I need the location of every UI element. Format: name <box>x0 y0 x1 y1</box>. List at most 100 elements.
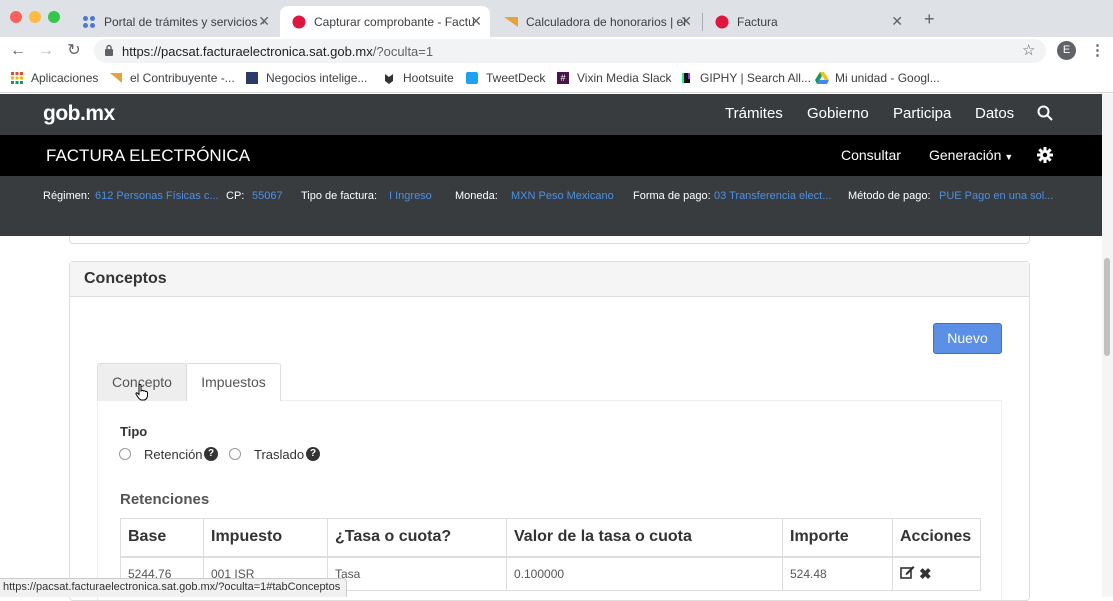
help-question-icon[interactable]: ? <box>204 447 218 461</box>
contribuyente-favicon-icon <box>110 72 122 84</box>
retencion-label[interactable]: Retención <box>144 447 203 462</box>
close-window-button[interactable] <box>10 11 22 23</box>
apps-grid-icon <box>11 72 23 84</box>
browser-tab-calculadora[interactable]: Calculadora de honorarios | el ✕ <box>492 6 700 37</box>
negocios-favicon-icon <box>246 72 258 84</box>
caret-down-icon: ▼ <box>1004 152 1014 162</box>
regimen-value[interactable]: 612 Personas Físicas c... <box>95 190 219 202</box>
tipo-factura-value[interactable]: I Ingreso <box>389 190 432 202</box>
link-status-bar: https://pacsat.facturaelectronica.sat.go… <box>0 578 348 597</box>
nav-generacion-dropdown[interactable]: Generación ▼ <box>929 147 1013 163</box>
browser-tab-portal[interactable]: Portal de trámites y servicios - ✕ <box>70 6 278 37</box>
page-scrollbar-thumb[interactable] <box>1104 258 1110 356</box>
bookmark-label: Aplicaciones <box>31 71 99 85</box>
profile-avatar[interactable]: E <box>1057 41 1076 60</box>
back-arrow-icon[interactable]: ← <box>8 41 28 61</box>
nav-gobierno[interactable]: Gobierno <box>807 105 869 122</box>
slack-hash-icon: # <box>557 72 569 84</box>
nuevo-button[interactable]: Nuevo <box>933 323 1002 354</box>
grid-favicon-icon <box>82 15 96 29</box>
cell-acciones: ✖ <box>892 556 981 591</box>
lock-icon <box>104 44 114 59</box>
nav-datos[interactable]: Datos <box>975 105 1014 122</box>
close-tab-icon[interactable]: ✕ <box>258 14 270 28</box>
bookmark-slack[interactable]: # Vixin Media Slack <box>557 71 672 85</box>
url-path: /?oculta=1 <box>372 43 434 59</box>
metodo-pago-value[interactable]: PUE Pago en una sol... <box>939 190 1053 202</box>
reload-icon[interactable]: ↻ <box>64 41 84 61</box>
bookmark-giphy[interactable]: GIPHY | Search All... <box>680 71 811 85</box>
bookmark-drive[interactable]: Mi unidad - Googl... <box>815 71 940 85</box>
menu-kebab-icon[interactable]: ⋮ <box>1090 41 1105 59</box>
delete-x-icon[interactable]: ✖ <box>919 565 932 583</box>
nav-tramites[interactable]: Trámites <box>725 105 783 122</box>
cell-importe: 524.48 <box>782 556 893 591</box>
forward-arrow-icon[interactable]: → <box>36 41 56 61</box>
regimen-label: Régimen: <box>43 190 91 202</box>
forma-pago-value[interactable]: 03 Transferencia elect... <box>714 190 831 202</box>
bookmark-contribuyente[interactable]: el Contribuyente -... <box>110 71 235 85</box>
close-tab-icon[interactable]: ✕ <box>680 14 692 28</box>
close-tab-icon[interactable]: ✕ <box>891 14 903 28</box>
search-icon[interactable] <box>1037 105 1053 126</box>
gob-mx-logo[interactable]: gob.mx <box>43 102 115 126</box>
bookmark-label: GIPHY | Search All... <box>700 71 811 85</box>
cp-label: CP: <box>226 190 245 202</box>
giphy-icon <box>680 72 692 84</box>
conceptos-panel-header: Conceptos <box>70 262 1029 297</box>
browser-tab-strip: Portal de trámites y servicios - ✕ Captu… <box>0 0 1113 37</box>
bookmark-label: Negocios intelige... <box>266 71 368 85</box>
bookmark-tweetdeck[interactable]: TweetDeck <box>466 71 545 85</box>
factura-title: FACTURA ELECTRÓNICA <box>46 146 251 165</box>
new-tab-icon[interactable]: + <box>924 9 935 30</box>
gear-icon[interactable] <box>1037 147 1053 168</box>
browser-tab-title: Capturar comprobante - Factu <box>314 14 475 29</box>
bookmark-negocios[interactable]: Negocios intelige... <box>246 71 367 85</box>
bookmark-label: Hootsuite <box>403 71 454 85</box>
google-drive-icon <box>815 72 829 84</box>
moneda-value[interactable]: MXN Peso Mexicano <box>511 190 614 202</box>
bookmark-hootsuite[interactable]: Hootsuite <box>383 71 454 85</box>
traslado-label[interactable]: Traslado <box>254 447 304 462</box>
retencion-radio[interactable] <box>119 448 131 460</box>
metodo-pago-label: Método de pago: <box>848 190 931 202</box>
browser-tab-title: Calculadora de honorarios | el <box>526 14 686 29</box>
column-header-base: Base <box>120 518 204 558</box>
browser-tab-factura[interactable]: Factura ✕ <box>703 6 911 37</box>
traslado-radio[interactable] <box>229 448 241 460</box>
bookmark-star-icon[interactable]: ☆ <box>1022 41 1035 59</box>
factura-header: FACTURA ELECTRÓNICA Consultar Generación… <box>0 135 1102 176</box>
nav-consultar[interactable]: Consultar <box>841 147 901 163</box>
gob-mx-header: gob.mx Trámites Gobierno Participa Datos <box>0 94 1102 135</box>
previous-panel-edge <box>69 236 1030 244</box>
conceptos-title: Conceptos <box>84 270 167 287</box>
bookmark-label: Mi unidad - Googl... <box>835 71 940 85</box>
column-header-tasa-cuota: ¿Tasa o cuota? <box>327 518 507 558</box>
contribuyente-favicon-icon <box>504 15 518 29</box>
hand-pointer-cursor-icon <box>135 384 149 406</box>
browser-tab-capturar[interactable]: Capturar comprobante - Factu ✕ <box>280 6 490 37</box>
bookmark-label: Vixin Media Slack <box>577 71 672 85</box>
browser-tab-title: Factura <box>737 14 778 29</box>
bookmark-aplicaciones[interactable]: Aplicaciones <box>11 71 98 85</box>
nav-participa[interactable]: Participa <box>893 105 951 122</box>
maximize-window-button[interactable] <box>48 11 60 23</box>
forma-pago-label: Forma de pago: <box>633 190 711 202</box>
close-tab-icon[interactable]: ✕ <box>470 14 482 28</box>
tab-impuestos[interactable]: Impuestos <box>186 363 281 401</box>
address-bar[interactable]: https://pacsat.facturaelectronica.sat.go… <box>94 39 1046 63</box>
help-question-icon[interactable]: ? <box>306 447 320 461</box>
tweetdeck-bird-icon <box>466 72 478 84</box>
cell-valor-tasa: 0.100000 <box>506 556 783 591</box>
table-header-row: Base Impuesto ¿Tasa o cuota? Valor de la… <box>120 518 981 558</box>
browser-tab-title: Portal de trámites y servicios - <box>104 14 265 29</box>
cp-value[interactable]: 55067 <box>252 190 283 202</box>
sat-favicon-icon <box>715 15 729 29</box>
column-header-importe: Importe <box>782 518 893 558</box>
edit-icon[interactable] <box>900 565 915 582</box>
url-host: https://pacsat.facturaelectronica.sat.go… <box>122 43 373 59</box>
bookmark-label: el Contribuyente -... <box>130 71 235 85</box>
bookmarks-bar: Aplicaciones el Contribuyente -... Negoc… <box>0 65 1113 93</box>
minimize-window-button[interactable] <box>29 11 41 23</box>
cell-tasa-cuota: Tasa <box>327 556 507 591</box>
